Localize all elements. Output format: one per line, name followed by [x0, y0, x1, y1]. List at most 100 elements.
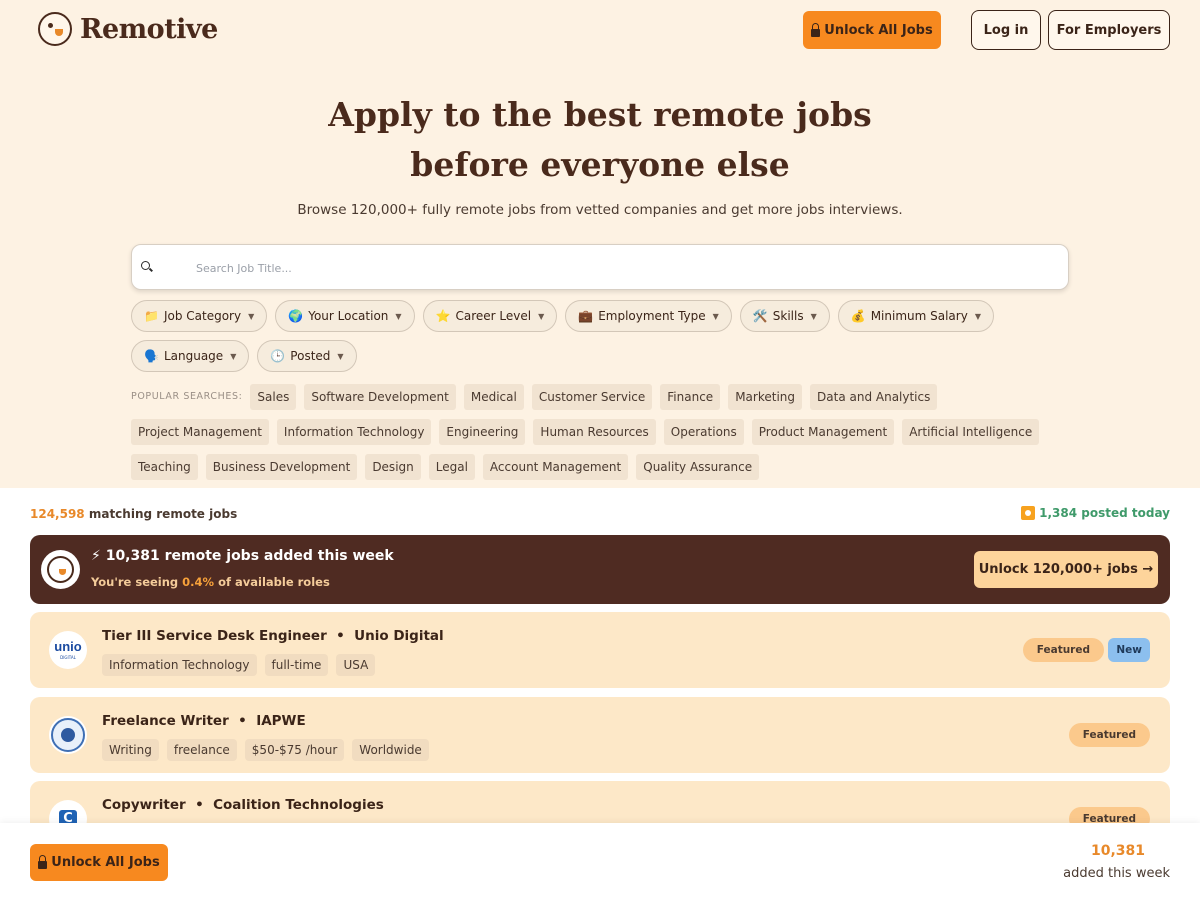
top-navigation: Remotive Unlock All Jobs Log in For Empl… [0, 0, 1200, 62]
popular-tag[interactable]: Operations [663, 419, 744, 445]
login-button[interactable]: Log in [971, 10, 1041, 50]
featured-badge: Featured [1068, 723, 1150, 747]
caret-down-icon: ▼ [248, 311, 255, 321]
search-input[interactable] [196, 257, 1036, 279]
popular-searches-label: POPULAR SEARCHES: [131, 391, 243, 402]
results-count-number: 124,598 [30, 507, 85, 521]
filter-label: Your Location [308, 309, 389, 323]
filter-job-category[interactable]: 📁 Job Category ▼ [131, 300, 268, 332]
job-card[interactable]: unio DIGITAL Tier III Service Desk Engin… [30, 612, 1170, 688]
popular-searches: POPULAR SEARCHES: Sales Software Develop… [131, 384, 1071, 480]
job-tag: Worldwide [352, 739, 429, 761]
lock-icon [38, 855, 48, 869]
star-icon: ⭐ [435, 309, 451, 323]
promo-percent: 0.4% [182, 575, 215, 589]
popular-tag[interactable]: Human Resources [533, 419, 656, 445]
popular-tag[interactable]: Project Management [131, 419, 269, 445]
caret-down-icon: ▼ [712, 311, 719, 321]
job-tag: Writing [102, 739, 159, 761]
briefcase-icon: 💼 [578, 309, 594, 323]
filter-employment-type[interactable]: 💼 Employment Type ▼ [565, 300, 732, 332]
unlock-all-jobs-sticky-button[interactable]: Unlock All Jobs [30, 844, 168, 881]
popular-tag[interactable]: Design [365, 454, 421, 480]
new-badge: New [1108, 638, 1150, 662]
featured-badge: Featured [1022, 638, 1104, 662]
unlock-jobs-button[interactable]: Unlock 120,000+ jobs → [974, 551, 1158, 588]
filter-language[interactable]: 🗣️ Language ▼ [131, 340, 250, 372]
popular-tag[interactable]: Quality Assurance [636, 454, 760, 480]
filter-label: Language [163, 349, 224, 363]
job-tag: Information Technology [102, 654, 257, 676]
popular-tag[interactable]: Product Management [751, 419, 895, 445]
job-title[interactable]: Tier III Service Desk Engineer [102, 628, 327, 644]
unlock-all-jobs-button[interactable]: Unlock All Jobs [803, 11, 941, 49]
filter-minimum-salary[interactable]: 💰 Minimum Salary ▼ [837, 300, 994, 332]
company-logo-subtext: DIGITAL [60, 655, 76, 660]
popular-tag[interactable]: Medical [463, 384, 524, 410]
filter-label: Employment Type [598, 309, 706, 323]
promo-sub-prefix: You're seeing [91, 575, 183, 589]
job-title-line: Tier III Service Desk Engineer • Unio Di… [102, 628, 444, 644]
popular-tag[interactable]: Software Development [304, 384, 456, 410]
brand-logo[interactable]: Remotive [38, 12, 218, 46]
money-bag-icon: 💰 [850, 309, 866, 323]
company-logo-text: unio [54, 639, 82, 654]
for-employers-button[interactable]: For Employers [1048, 10, 1170, 50]
filter-career-level[interactable]: ⭐ Career Level ▼ [422, 300, 558, 332]
popular-tag[interactable]: Marketing [728, 384, 803, 410]
company-name[interactable]: Unio Digital [354, 628, 444, 644]
filter-label: Posted [290, 349, 331, 363]
brand-name: Remotive [80, 13, 218, 45]
search-bar [131, 244, 1069, 290]
remotive-logo-icon [38, 12, 72, 46]
seal-center [61, 728, 75, 742]
company-logo: unio DIGITAL [49, 631, 87, 669]
filter-label: Minimum Salary [870, 309, 968, 323]
job-title[interactable]: Copywriter [102, 797, 186, 813]
promo-banner: ⚡ 10,381 remote jobs added this week You… [30, 535, 1170, 604]
filter-skills[interactable]: 🛠️ Skills ▼ [739, 300, 830, 332]
caret-down-icon: ▼ [538, 311, 545, 321]
separator-dot: • [233, 713, 252, 729]
popular-tag[interactable]: Engineering [439, 419, 526, 445]
caret-down-icon: ▼ [974, 311, 981, 321]
caret-down-icon: ▼ [230, 351, 237, 361]
filter-label: Job Category [163, 309, 242, 323]
results-count-suffix: matching remote jobs [88, 507, 238, 521]
promo-subtitle: You're seeing 0.4% of available roles [91, 575, 330, 589]
popular-tag[interactable]: Finance [660, 384, 721, 410]
filter-label: Career Level [455, 309, 532, 323]
company-name[interactable]: IAPWE [256, 713, 305, 729]
popular-tag[interactable]: Artificial Intelligence [902, 419, 1040, 445]
search-icon [141, 261, 150, 270]
live-indicator-icon [1021, 506, 1036, 520]
popular-tag[interactable]: Sales [250, 384, 297, 410]
hero-title-line-2: before everyone else [410, 145, 790, 184]
job-card[interactable]: Freelance Writer • IAPWE Writing freelan… [30, 697, 1170, 773]
job-title-line: Copywriter • Coalition Technologies [102, 797, 384, 813]
speaking-head-icon: 🗣️ [144, 349, 159, 363]
company-name[interactable]: Coalition Technologies [213, 797, 384, 813]
popular-tag[interactable]: Legal [428, 454, 475, 480]
posted-today: 1,384 posted today [1021, 506, 1170, 520]
popular-tag[interactable]: Customer Service [531, 384, 653, 410]
popular-tag[interactable]: Data and Analytics [810, 384, 938, 410]
seal-icon [51, 718, 85, 752]
weekly-added-label: added this week [1063, 866, 1170, 881]
globe-icon: 🌍 [288, 309, 304, 323]
clock-icon: 🕒 [270, 349, 286, 363]
popular-tag[interactable]: Business Development [205, 454, 358, 480]
popular-tag[interactable]: Account Management [482, 454, 629, 480]
filter-posted[interactable]: 🕒 Posted ▼ [257, 340, 357, 372]
promo-title: ⚡ 10,381 remote jobs added this week [91, 548, 394, 564]
lock-icon [811, 22, 821, 37]
popular-tag[interactable]: Information Technology [276, 419, 432, 445]
job-tags: Information Technology full-time USA [102, 654, 376, 676]
filter-location[interactable]: 🌍 Your Location ▼ [275, 300, 415, 332]
job-title[interactable]: Freelance Writer [102, 713, 229, 729]
popular-tag[interactable]: Teaching [131, 454, 198, 480]
job-tag: $50-$75 /hour [244, 739, 345, 761]
hero-subtitle: Browse 120,000+ fully remote jobs from v… [297, 202, 903, 218]
folder-icon: 📁 [144, 309, 159, 323]
filter-bar: 📁 Job Category ▼ 🌍 Your Location ▼ ⭐ Career L… [131, 300, 1071, 372]
